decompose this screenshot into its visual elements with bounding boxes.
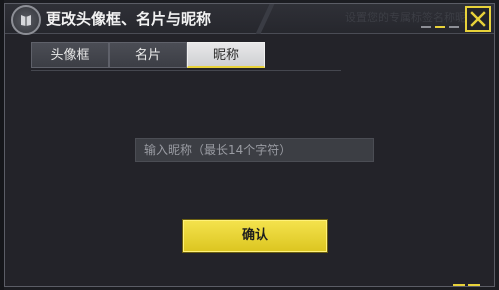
dialog-titlebar: 更改头像框、名片与昵称 设置您的专属标签名称昵称 <box>5 4 494 35</box>
nickname-input[interactable] <box>135 138 374 162</box>
tab-avatar-frame[interactable]: 头像框 <box>31 42 109 68</box>
screen: 更改头像框、名片与昵称 设置您的专属标签名称昵称 头像框 名片 昵称 确认 <box>0 0 499 290</box>
change-profile-dialog: 更改头像框、名片与昵称 设置您的专属标签名称昵称 头像框 名片 昵称 确认 <box>4 3 495 287</box>
tab-nickname[interactable]: 昵称 <box>187 42 265 68</box>
corner-accent <box>453 284 480 286</box>
tab-divider <box>31 70 341 71</box>
dialog-title: 更改头像框、名片与昵称 <box>46 10 212 28</box>
close-icon <box>470 11 486 27</box>
tab-bar: 头像框 名片 昵称 <box>31 42 265 68</box>
title-decoration <box>245 4 285 34</box>
title-dash-decoration <box>421 26 459 28</box>
faded-watermark-text: 设置您的专属标签名称昵称 <box>345 11 477 24</box>
book-icon <box>11 5 41 35</box>
confirm-button[interactable]: 确认 <box>183 220 327 252</box>
close-button[interactable] <box>465 6 491 32</box>
tab-name-card[interactable]: 名片 <box>109 42 187 68</box>
